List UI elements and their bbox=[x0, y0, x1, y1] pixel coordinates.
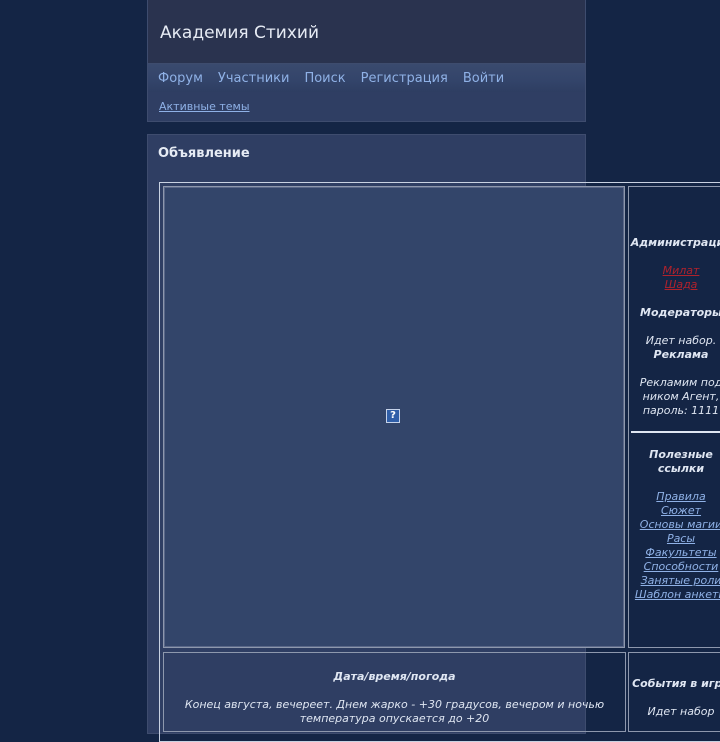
link-faculties[interactable]: Факультеты bbox=[629, 546, 720, 559]
events-heading: События в игре bbox=[632, 677, 720, 690]
nav-users-link[interactable]: Участники bbox=[218, 71, 290, 86]
sidebar-divider bbox=[631, 431, 720, 433]
nav-register-link[interactable]: Регистрация bbox=[361, 71, 448, 86]
link-application-template[interactable]: Шаблон анкеты bbox=[629, 588, 720, 601]
link-magic-basics[interactable]: Основы магии bbox=[629, 518, 720, 531]
links-heading-line-1: Полезные bbox=[649, 448, 713, 461]
link-abilities[interactable]: Способности bbox=[629, 560, 720, 573]
nav-login-link[interactable]: Войти bbox=[463, 71, 504, 86]
forum-header: Академия Стихий bbox=[147, 0, 586, 64]
events-cell: События в игре Идет набор bbox=[628, 652, 720, 732]
links-heading-line-2: ссылки bbox=[657, 462, 705, 475]
admin-heading: Администрация bbox=[630, 236, 720, 249]
events-text: Идет набор bbox=[647, 705, 715, 718]
forum-header-block: Академия Стихий Форум Участники Поиск Ре… bbox=[147, 0, 586, 122]
main-nav: Форум Участники Поиск Регистрация Войти bbox=[147, 64, 586, 92]
ads-heading: Реклама bbox=[653, 348, 709, 361]
broken-image-icon: ? bbox=[386, 409, 400, 423]
admin-link-milat[interactable]: Милат bbox=[629, 264, 720, 277]
admin-link-shada[interactable]: Шада bbox=[629, 278, 720, 291]
forum-title: Академия Стихий bbox=[160, 23, 320, 43]
weather-line-2: температура опускается до +20 bbox=[299, 712, 490, 725]
sub-nav: Активные темы bbox=[147, 92, 586, 122]
datetime-heading: Дата/время/погода bbox=[333, 670, 456, 683]
nav-search-link[interactable]: Поиск bbox=[304, 71, 345, 86]
link-taken-roles[interactable]: Занятые роли bbox=[629, 574, 720, 587]
active-topics-link[interactable]: Активные темы bbox=[159, 100, 250, 113]
link-rules[interactable]: Правила bbox=[629, 490, 720, 503]
moderators-heading: Модераторы bbox=[640, 306, 720, 319]
ads-line-1: Рекламим под bbox=[639, 376, 720, 389]
ads-line-3: пароль: 1111 bbox=[642, 404, 720, 417]
link-races[interactable]: Расы bbox=[629, 532, 720, 545]
weather-line-1: Конец августа, вечереет. Днем жарко - +3… bbox=[184, 698, 605, 711]
nav-forum-link[interactable]: Форум bbox=[158, 71, 203, 86]
announcement-title: Объявление bbox=[158, 146, 250, 161]
moderators-text: Идет набор. bbox=[645, 334, 717, 347]
ads-line-2: ником Агент, bbox=[642, 390, 720, 403]
link-plot[interactable]: Сюжет bbox=[629, 504, 720, 517]
datetime-weather-cell: Дата/время/погода Конец августа, вечерее… bbox=[163, 652, 626, 732]
